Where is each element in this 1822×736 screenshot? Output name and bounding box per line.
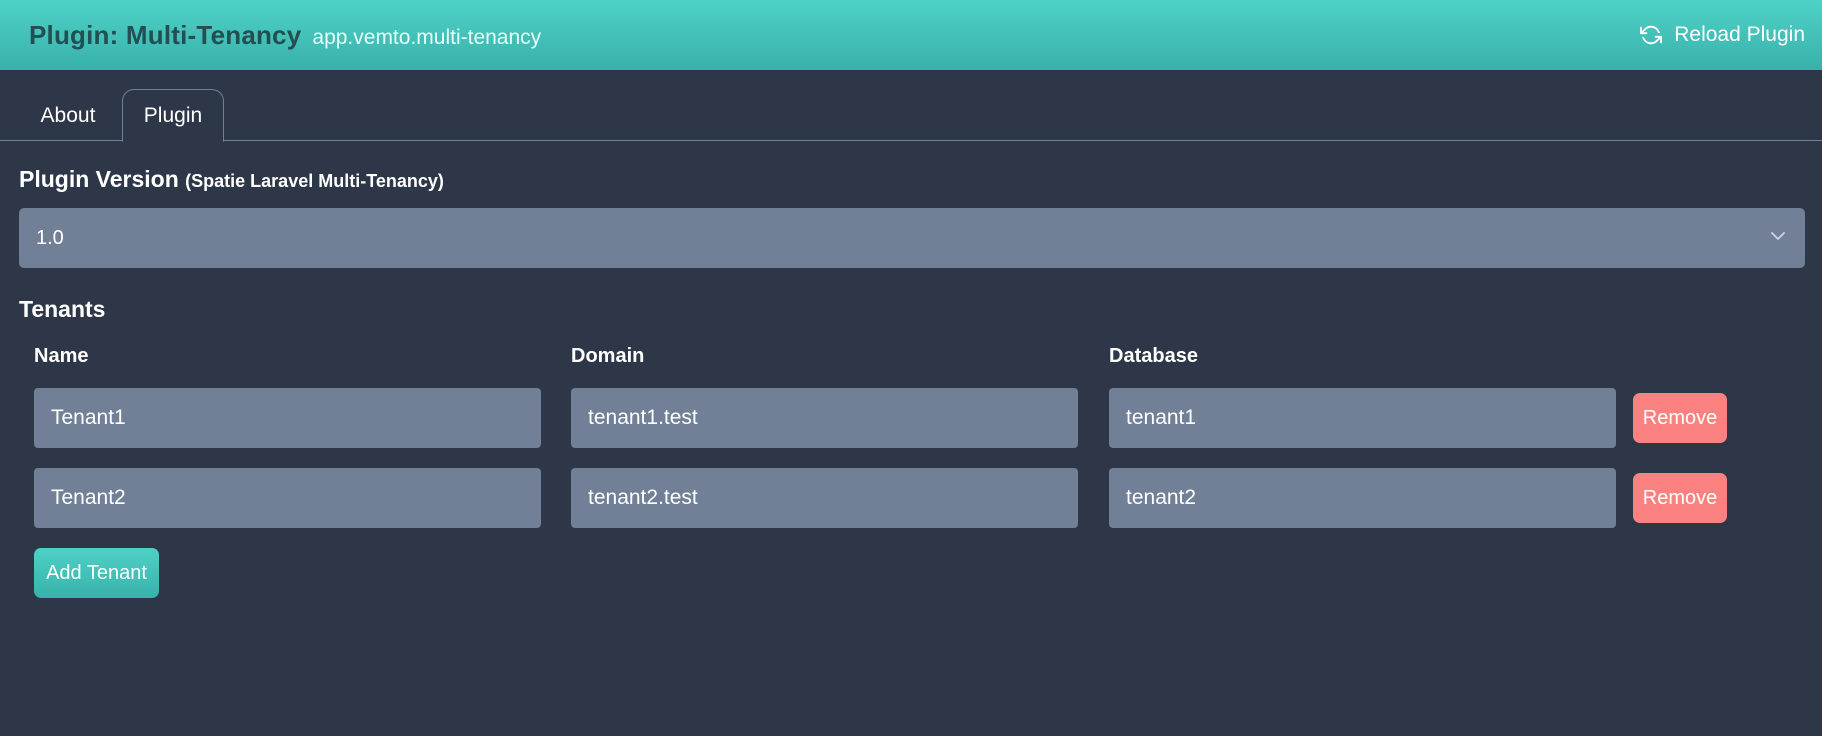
remove-tenant-button[interactable]: Remove <box>1633 393 1727 443</box>
plugin-version-label: Plugin Version (Spatie Laravel Multi-Ten… <box>19 166 444 193</box>
tenants-title: Tenants <box>19 296 106 322</box>
tab-plugin[interactable]: Plugin <box>122 89 224 142</box>
tenant-database-input[interactable]: tenant2 <box>1109 468 1616 528</box>
tenant-name-input[interactable]: Tenant2 <box>34 468 541 528</box>
column-header-database: Database <box>1109 345 1198 367</box>
refresh-icon <box>1640 25 1663 45</box>
plugin-version-sublabel: (Spatie Laravel Multi-Tenancy) <box>185 171 444 191</box>
reload-plugin-label: Reload Plugin <box>1674 23 1805 46</box>
plugin-id: app.vemto.multi-tenancy <box>312 25 542 49</box>
tab-about[interactable]: About <box>20 90 116 142</box>
tab-bar: About Plugin <box>0 70 1822 142</box>
plugin-version-value: 1.0 <box>36 226 64 249</box>
tenant-domain-input[interactable]: tenant2.test <box>571 468 1078 528</box>
column-header-domain: Domain <box>571 345 645 367</box>
chevron-down-icon <box>1771 232 1785 240</box>
page-title: Plugin: Multi-Tenancy <box>29 19 302 50</box>
reload-plugin-button[interactable]: Reload Plugin <box>1640 23 1805 47</box>
remove-tenant-button[interactable]: Remove <box>1633 473 1727 523</box>
add-tenant-button[interactable]: Add Tenant <box>34 548 159 598</box>
tenant-domain-input[interactable]: tenant1.test <box>571 388 1078 448</box>
header-title-group: Plugin: Multi-Tenancy app.vemto.multi-te… <box>29 20 541 51</box>
app-header: Plugin: Multi-Tenancy app.vemto.multi-te… <box>0 0 1822 70</box>
plugin-version-select[interactable]: 1.0 <box>19 208 1805 268</box>
tenant-name-input[interactable]: Tenant1 <box>34 388 541 448</box>
tenant-database-input[interactable]: tenant1 <box>1109 388 1616 448</box>
plugin-version-title: Plugin Version <box>19 166 179 192</box>
column-header-name: Name <box>34 345 89 367</box>
